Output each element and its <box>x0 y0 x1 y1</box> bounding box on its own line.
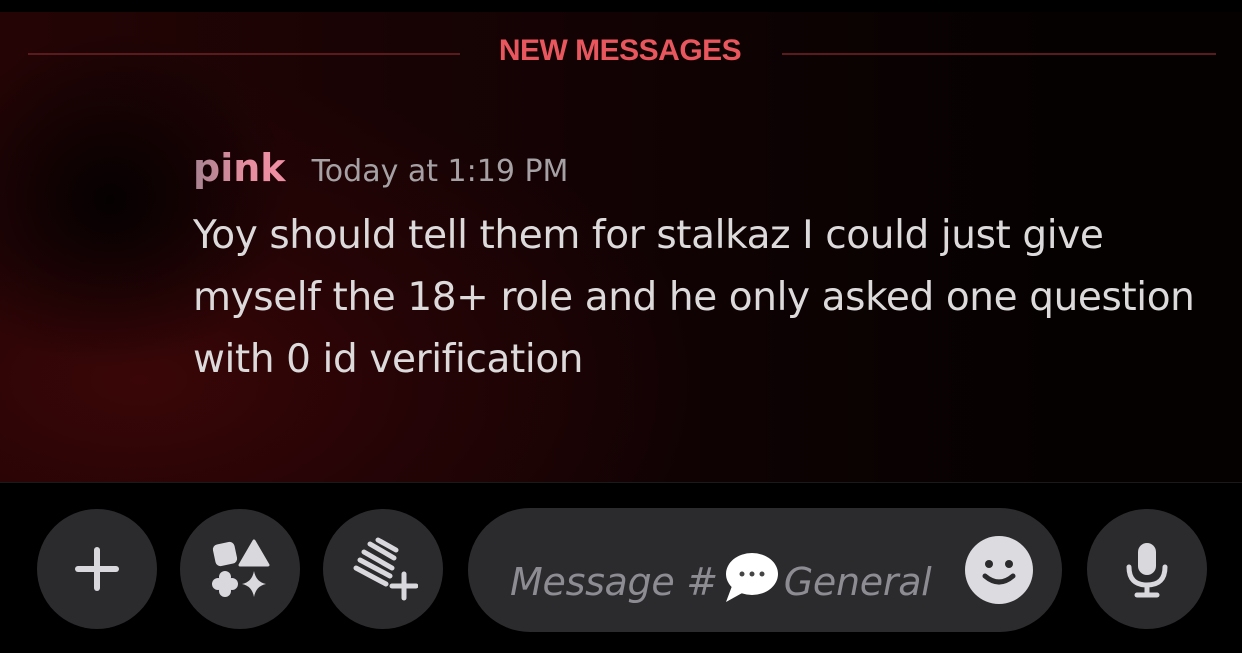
speech-bubble-emoji-icon <box>722 548 780 615</box>
message-input-placeholder: Message # General <box>510 548 932 615</box>
new-messages-divider-line-right <box>782 53 1216 55</box>
top-edge <box>0 0 1242 12</box>
plus-icon <box>75 547 119 591</box>
new-messages-divider-label: NEW MESSAGES <box>498 34 742 67</box>
emoji-button[interactable] <box>965 536 1033 604</box>
microphone-icon <box>1126 543 1168 598</box>
channel-name: General <box>783 559 932 604</box>
gift-icon <box>353 537 418 601</box>
message-list[interactable]: NEW MESSAGES pink Today at 1:19 PM Yoy s… <box>0 0 1242 482</box>
message-timestamp: Today at 1:19 PM <box>311 154 569 189</box>
apps-button[interactable] <box>180 509 300 629</box>
placeholder-prefix: Message # <box>510 559 718 604</box>
gift-button[interactable] <box>323 509 443 629</box>
voice-message-button[interactable] <box>1087 509 1207 629</box>
new-messages-divider-line-left <box>28 53 460 55</box>
message-input[interactable]: Message # General <box>468 508 1062 632</box>
message-content: Yoy should tell them for stalkaz I could… <box>193 213 1195 382</box>
discord-chat-screen: NEW MESSAGES pink Today at 1:19 PM Yoy s… <box>0 0 1242 653</box>
apps-icon <box>212 539 270 597</box>
emoji-smile-icon <box>982 560 1016 585</box>
attach-button[interactable] <box>37 509 157 629</box>
message-header: pink Today at 1:19 PM <box>193 146 568 190</box>
message-author[interactable]: pink <box>193 146 286 190</box>
